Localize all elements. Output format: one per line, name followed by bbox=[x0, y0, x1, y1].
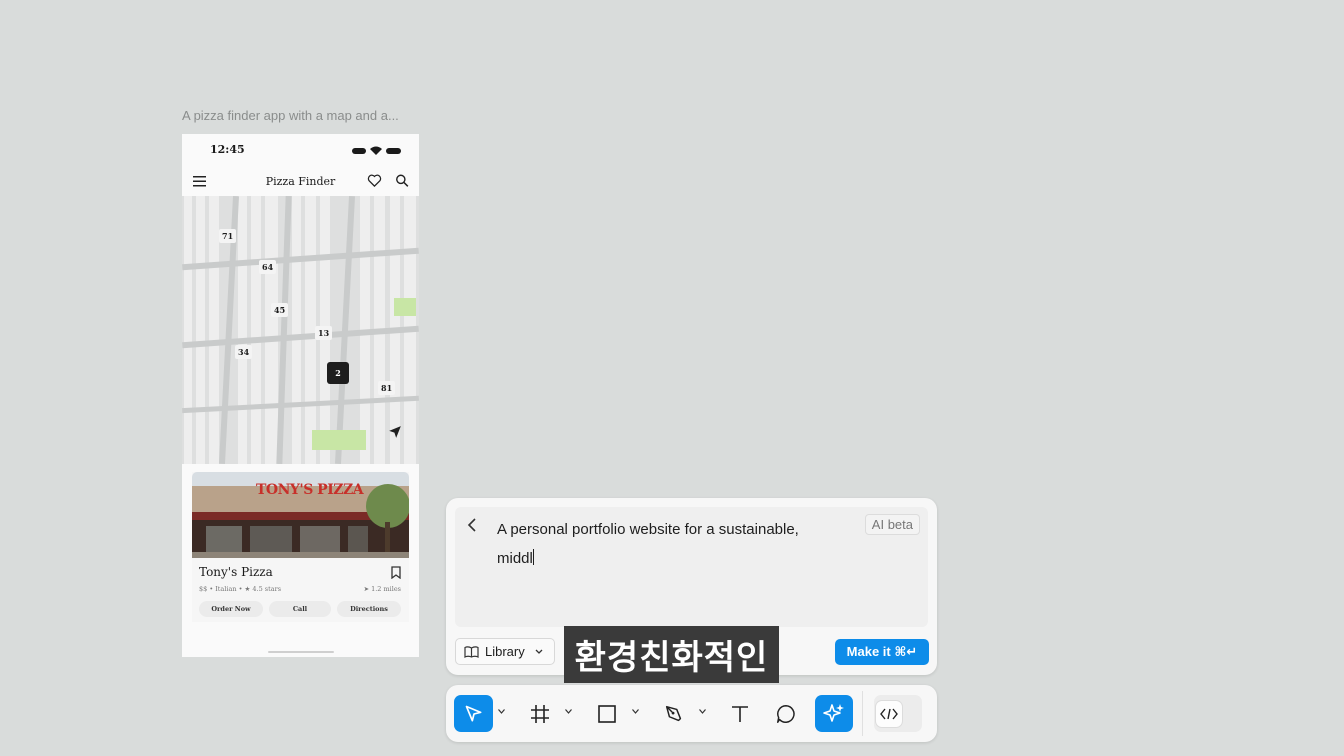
signal-icon bbox=[352, 147, 366, 154]
map-view[interactable]: 71 64 45 13 34 2 81 bbox=[182, 196, 419, 464]
search-icon[interactable] bbox=[395, 173, 409, 188]
app-header: Pizza Finder bbox=[182, 168, 419, 196]
dev-mode-knob bbox=[876, 700, 902, 727]
status-time: 12:45 bbox=[210, 143, 245, 156]
rectangle-tool[interactable] bbox=[591, 695, 623, 732]
restaurant-photo: TONY'S PIZZA bbox=[192, 472, 409, 558]
order-now-button[interactable]: Order Now bbox=[199, 601, 263, 617]
prompt-text-line2: middl bbox=[497, 550, 533, 567]
cursor-arrow-icon bbox=[465, 705, 481, 721]
status-icons bbox=[352, 146, 401, 155]
prompt-text[interactable]: A personal portfolio website for a susta… bbox=[497, 515, 837, 573]
code-brackets-icon bbox=[880, 708, 898, 719]
back-chevron-icon[interactable] bbox=[467, 518, 477, 532]
toolbar-divider bbox=[862, 691, 863, 736]
make-it-button[interactable]: Make it ⌘↵ bbox=[835, 639, 929, 665]
book-icon bbox=[464, 645, 479, 658]
move-tool-dropdown-icon[interactable] bbox=[498, 709, 505, 714]
sparkle-ai-icon bbox=[823, 703, 844, 722]
restaurant-meta: $$ • Italian • ★ 4.5 stars bbox=[199, 585, 282, 593]
restaurant-card[interactable]: TONY'S PIZZA Tony's Pizza $$ • Italian •… bbox=[192, 472, 409, 622]
library-button[interactable]: Library bbox=[455, 638, 555, 665]
bottom-toolbar bbox=[446, 685, 937, 742]
rectangle-tool-dropdown-icon[interactable] bbox=[632, 709, 639, 714]
map-pin[interactable]: 64 bbox=[259, 260, 277, 274]
bookmark-icon[interactable] bbox=[391, 566, 401, 579]
text-t-icon bbox=[732, 705, 748, 722]
frame-caption[interactable]: A pizza finder app with a map and a... bbox=[182, 108, 399, 123]
video-subtitle: 환경친화적인 bbox=[564, 626, 779, 683]
frame-tool[interactable] bbox=[524, 695, 556, 732]
pen-nib-icon bbox=[665, 705, 682, 721]
navigation-arrow-icon[interactable] bbox=[388, 425, 402, 439]
app-title: Pizza Finder bbox=[265, 175, 336, 188]
comment-tool[interactable] bbox=[770, 695, 802, 732]
rectangle-icon bbox=[598, 704, 616, 723]
move-tool[interactable] bbox=[454, 695, 493, 732]
map-streets bbox=[182, 196, 419, 464]
prompt-text-line2-wrap: middl bbox=[497, 544, 837, 573]
map-pin[interactable]: 34 bbox=[235, 345, 253, 359]
prompt-textarea[interactable]: A personal portfolio website for a susta… bbox=[455, 507, 928, 627]
storefront-sign: TONY'S PIZZA bbox=[256, 482, 364, 498]
text-tool[interactable] bbox=[724, 695, 756, 732]
status-bar: 12:45 bbox=[182, 134, 419, 164]
comment-bubble-icon bbox=[777, 704, 795, 723]
map-pin[interactable]: 45 bbox=[271, 303, 289, 317]
directions-button[interactable]: Directions bbox=[337, 601, 401, 617]
pen-tool[interactable] bbox=[658, 695, 690, 732]
phone-frame[interactable]: 12:45 Pizza Finder 71 64 45 13 34 2 81 T… bbox=[182, 134, 419, 657]
map-pin[interactable]: 71 bbox=[219, 229, 237, 243]
heart-icon[interactable] bbox=[367, 173, 382, 188]
chevron-down-icon bbox=[535, 649, 543, 654]
dev-mode-tool[interactable] bbox=[874, 695, 922, 732]
home-indicator bbox=[268, 651, 334, 653]
selected-map-pin[interactable]: 2 bbox=[327, 362, 349, 384]
prompt-text-line1: A personal portfolio website for a susta… bbox=[497, 521, 799, 538]
wifi-icon bbox=[370, 146, 382, 155]
map-pin[interactable]: 13 bbox=[315, 326, 333, 340]
battery-icon bbox=[386, 147, 401, 154]
library-label: Library bbox=[485, 644, 525, 659]
ai-beta-badge: AI beta bbox=[864, 514, 920, 535]
pen-tool-dropdown-icon[interactable] bbox=[699, 709, 706, 714]
text-caret bbox=[532, 549, 534, 565]
frame-hash-icon bbox=[531, 704, 549, 723]
frame-tool-dropdown-icon[interactable] bbox=[565, 709, 572, 714]
restaurant-distance: ➤ 1.2 miles bbox=[363, 585, 401, 593]
ai-tool[interactable] bbox=[815, 695, 853, 732]
call-button[interactable]: Call bbox=[269, 601, 331, 617]
restaurant-name: Tony's Pizza bbox=[199, 565, 273, 579]
map-pin[interactable]: 81 bbox=[378, 381, 396, 395]
